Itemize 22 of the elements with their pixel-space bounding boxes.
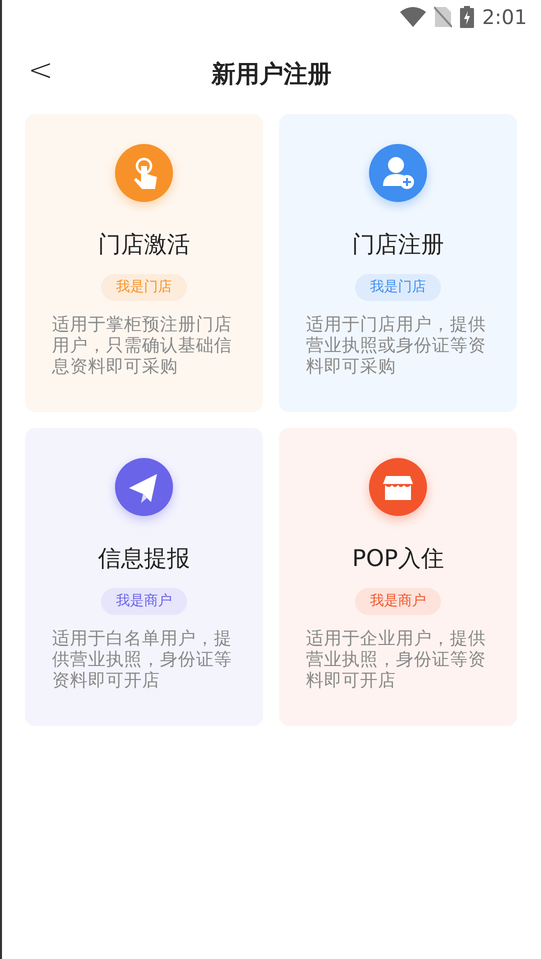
page-title: 新用户注册 bbox=[212, 59, 332, 90]
tag: 我是门店 bbox=[355, 274, 441, 301]
option-card[interactable]: 门店注册 我是门店 适用于门店用户，提供营业执照或身份证等资料即可采购 bbox=[279, 114, 517, 412]
tag: 我是商户 bbox=[101, 588, 187, 615]
wifi-icon bbox=[400, 7, 426, 27]
card-description: 适用于门店用户，提供营业执照或身份证等资料即可采购 bbox=[306, 314, 487, 378]
card-title: 门店注册 bbox=[352, 232, 444, 260]
no-sim-icon bbox=[434, 6, 452, 28]
status-time: 2:01 bbox=[482, 4, 527, 31]
battery-icon bbox=[460, 6, 474, 28]
card-title: POP入住 bbox=[352, 546, 444, 574]
option-card[interactable]: POP入住 我是商户 适用于企业用户，提供营业执照，身份证等资料即可开店 bbox=[279, 428, 517, 726]
back-button[interactable]: < bbox=[28, 56, 54, 86]
card-title: 信息提报 bbox=[98, 546, 190, 574]
card-description: 适用于掌柜预注册门店用户，只需确认基础信息资料即可采购 bbox=[52, 314, 233, 378]
card-title: 门店激活 bbox=[98, 232, 190, 260]
tag: 我是门店 bbox=[101, 274, 187, 301]
tag: 我是商户 bbox=[355, 588, 441, 615]
option-card[interactable]: 门店激活 我是门店 适用于掌柜预注册门店用户，只需确认基础信息资料即可采购 bbox=[25, 114, 263, 412]
card-description: 适用于企业用户，提供营业执照，身份证等资料即可开店 bbox=[306, 628, 487, 692]
option-card[interactable]: 信息提报 我是商户 适用于白名单用户，提供营业执照，身份证等资料即可开店 bbox=[25, 428, 263, 726]
card-description: 适用于白名单用户，提供营业执照，身份证等资料即可开店 bbox=[52, 628, 233, 692]
